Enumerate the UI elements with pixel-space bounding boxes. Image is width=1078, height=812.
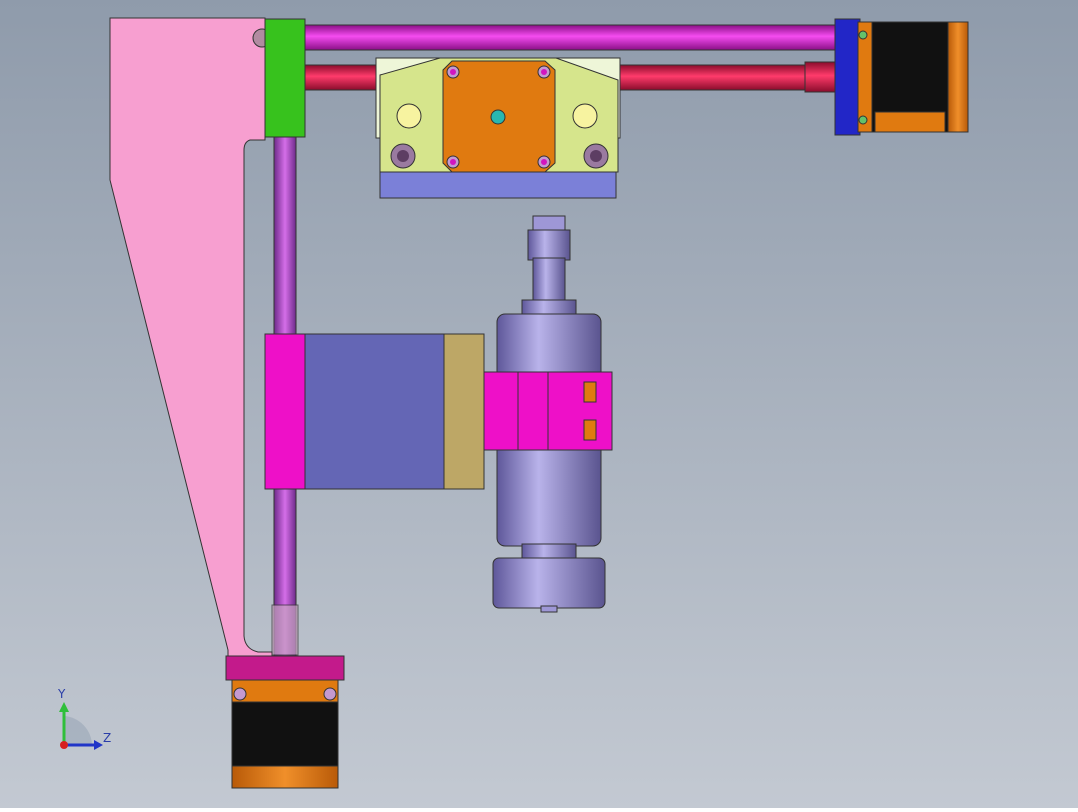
spindle-nut <box>492 557 606 609</box>
green-end-block[interactable] <box>264 18 306 138</box>
bottom-motor-endcap <box>231 765 339 789</box>
bottom-motor-screw <box>323 687 337 701</box>
motor-mount-plate[interactable] <box>225 655 345 681</box>
spindle-tip <box>540 605 558 613</box>
x-guide-rod-upper[interactable] <box>299 24 841 51</box>
cad-graphics-viewport[interactable]: Y Z <box>0 0 1078 808</box>
carriage-screw-left-hole <box>397 150 409 162</box>
clamp-screw-head <box>583 419 597 441</box>
y-rod-coupler <box>271 604 299 656</box>
right-motor-screw <box>858 30 868 40</box>
spindle-clamp-left[interactable] <box>483 371 521 451</box>
carriage-bore-left <box>396 103 422 129</box>
carriage-bore-right <box>572 103 598 129</box>
carriage-base[interactable] <box>379 169 617 199</box>
stepper-motor-bottom[interactable] <box>231 701 339 769</box>
assembly-drawing <box>0 0 1078 808</box>
z-slider-endcap <box>443 333 485 490</box>
spindle-clamp-mid <box>517 371 549 451</box>
spindle-shaft-top <box>532 257 566 303</box>
z-axis-label: Z <box>103 731 112 745</box>
carriage-screw-right-hole <box>590 150 602 162</box>
triad-origin <box>60 741 68 749</box>
right-motor-endcap <box>947 21 969 133</box>
clamp-screw-head <box>583 381 597 403</box>
spindle-collar <box>527 229 571 261</box>
y-axis-label: Y <box>58 687 66 701</box>
blue-end-block[interactable] <box>834 18 861 136</box>
spindle-cap <box>521 299 577 316</box>
right-motor-screw <box>858 115 868 125</box>
spindle-clamp-right <box>547 371 613 451</box>
x-rod-coupler <box>804 61 838 93</box>
bottom-motor-screw <box>233 687 247 701</box>
motor-shaft <box>490 109 506 125</box>
z-slider-body[interactable] <box>303 333 447 490</box>
bottom-motor-flange <box>231 679 339 703</box>
z-slider-block[interactable] <box>264 333 306 490</box>
right-motor-lower-band <box>874 111 946 133</box>
